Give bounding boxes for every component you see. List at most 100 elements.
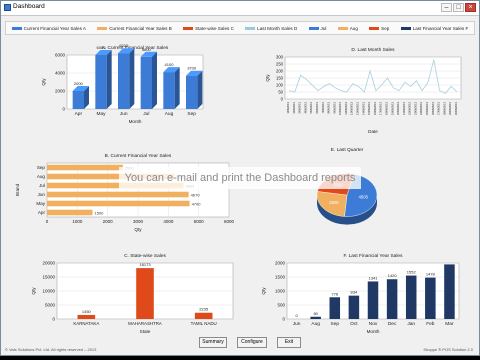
bar bbox=[444, 264, 455, 319]
y-axis-label: Brand bbox=[15, 183, 20, 196]
x-tick-label: Mar bbox=[445, 321, 454, 327]
bar bbox=[425, 277, 436, 319]
y-axis-label: Qty bbox=[261, 287, 266, 295]
x-tick-label: Jun bbox=[120, 111, 128, 117]
x-tick-label: 21/06/2013 bbox=[402, 101, 406, 115]
x-tick-label: 4/06/2013 bbox=[303, 101, 307, 113]
chart-title: F. Last Financial Year Sales bbox=[344, 253, 404, 259]
bar-side bbox=[197, 70, 203, 109]
bar bbox=[405, 275, 417, 319]
x-tick-label: 19/06/2013 bbox=[390, 101, 394, 115]
x-tick-label: 23/06/2013 bbox=[413, 101, 417, 115]
bar bbox=[186, 75, 198, 109]
x-tick-label: Aug bbox=[165, 111, 174, 117]
data-label: 1450 bbox=[82, 309, 92, 314]
x-tick-label: 1000 bbox=[72, 219, 83, 224]
configure-button[interactable]: Configure bbox=[237, 337, 267, 348]
bar bbox=[77, 314, 96, 319]
bar bbox=[72, 91, 84, 109]
exit-button[interactable]: Exit bbox=[277, 337, 301, 348]
data-label: 3700 bbox=[187, 66, 197, 71]
chart-title: E. Last Quarter bbox=[331, 147, 364, 153]
x-tick-label: Feb bbox=[426, 321, 435, 327]
x-tick-label: 25/06/2013 bbox=[425, 101, 429, 115]
y-tick-label: 5000 bbox=[45, 303, 56, 308]
y-tick-label: Jul bbox=[39, 183, 45, 188]
data-label: 6200 bbox=[119, 43, 129, 48]
data-label: 2235 bbox=[199, 307, 209, 312]
y-tick-label: 50 bbox=[278, 90, 283, 95]
bar bbox=[386, 279, 398, 319]
screen: Dashboard – □ × Current Financial Year S… bbox=[0, 0, 480, 360]
x-tick-label: May bbox=[96, 111, 106, 117]
copyright-text: © Vats Solutions Pvt. Ltd. All rights re… bbox=[5, 347, 97, 352]
data-label: 1420 bbox=[388, 273, 398, 278]
y-tick-label: 0 bbox=[52, 317, 55, 322]
data-label: 4100 bbox=[165, 62, 175, 67]
data-label: 1478 bbox=[426, 272, 436, 277]
bar bbox=[95, 55, 107, 109]
summary-button[interactable]: Summary bbox=[199, 337, 227, 348]
x-tick-label: 6000 bbox=[224, 219, 235, 224]
dashboard-window: Dashboard – □ × Current Financial Year S… bbox=[0, 0, 480, 356]
y-tick-label: 200 bbox=[276, 69, 284, 74]
y-tick-label: Jun bbox=[38, 192, 46, 197]
x-axis-label: Qty bbox=[134, 227, 142, 232]
y-tick-label: May bbox=[36, 201, 45, 206]
x-tick-label: 9/06/2013 bbox=[332, 101, 336, 113]
bar bbox=[194, 312, 213, 319]
x-tick-label: MAHARASHTRA bbox=[128, 321, 162, 326]
x-tick-label: Oct bbox=[350, 321, 358, 327]
data-label: 6000 bbox=[97, 45, 107, 50]
x-tick-label: Sep bbox=[331, 321, 340, 327]
data-label: 80 bbox=[313, 311, 318, 316]
x-tick-label: 29/06/2013 bbox=[448, 101, 452, 115]
chart-title: C. State-wise Sales bbox=[124, 253, 166, 259]
y-tick-label: 4000 bbox=[55, 71, 66, 76]
bar bbox=[47, 209, 93, 216]
x-axis-label: Month bbox=[367, 329, 380, 334]
y-axis-label: Qty bbox=[265, 74, 270, 82]
data-label: 4700 bbox=[192, 202, 202, 207]
x-tick-label: 8/06/2013 bbox=[327, 101, 331, 113]
x-tick-label: Jul bbox=[143, 111, 149, 117]
x-tick-label: 30/06/2013 bbox=[454, 101, 458, 115]
x-axis-label: Date bbox=[368, 129, 378, 134]
data-label: 2000 bbox=[74, 81, 84, 86]
bar bbox=[163, 72, 175, 109]
bar bbox=[140, 56, 152, 109]
x-tick-label: 20/06/2013 bbox=[396, 101, 400, 115]
x-tick-label: 17/06/2013 bbox=[379, 101, 383, 115]
y-tick-label: 100 bbox=[276, 83, 284, 88]
y-tick-label: 0 bbox=[281, 97, 284, 102]
y-tick-label: Aug bbox=[37, 174, 46, 179]
y-tick-label: 0 bbox=[62, 107, 65, 112]
bar bbox=[47, 164, 123, 171]
y-tick-label: 2000 bbox=[275, 261, 286, 266]
x-tick-label: Dec bbox=[388, 321, 397, 327]
x-tick-label: 1/06/2013 bbox=[286, 101, 290, 113]
x-tick-label: 2/06/2013 bbox=[292, 101, 296, 113]
y-tick-label: 150 bbox=[276, 76, 284, 81]
x-tick-label: KARNATAKA bbox=[73, 321, 99, 326]
data-label: 5800 bbox=[142, 47, 152, 52]
chart-title: A. Current Financial Year Sales bbox=[102, 45, 169, 51]
y-tick-label: 6000 bbox=[55, 53, 66, 58]
x-axis-label: State bbox=[140, 329, 151, 334]
data-label: 18173 bbox=[139, 262, 151, 267]
y-tick-label: 15000 bbox=[42, 275, 55, 280]
chart-title: B. Current Financial Year Sales bbox=[105, 153, 172, 159]
y-tick-label: 10000 bbox=[42, 289, 55, 294]
chart-title: D. Last Month Sales bbox=[351, 47, 395, 53]
x-tick-label: 27/06/2013 bbox=[437, 101, 441, 115]
y-tick-label: 2000 bbox=[55, 89, 66, 94]
product-text: Shoppe ® POS Solution 2.0 bbox=[423, 347, 473, 352]
y-tick-label: 1500 bbox=[275, 275, 286, 280]
x-tick-label: TAMIL NADU bbox=[191, 321, 217, 326]
x-tick-label: 7/06/2013 bbox=[321, 101, 325, 113]
x-tick-label: 3000 bbox=[133, 219, 144, 224]
bar bbox=[310, 316, 321, 319]
x-tick-label: 6/06/2013 bbox=[315, 101, 319, 113]
x-tick-label: 12/06/2013 bbox=[350, 101, 354, 115]
y-tick-label: Apr bbox=[38, 210, 46, 215]
